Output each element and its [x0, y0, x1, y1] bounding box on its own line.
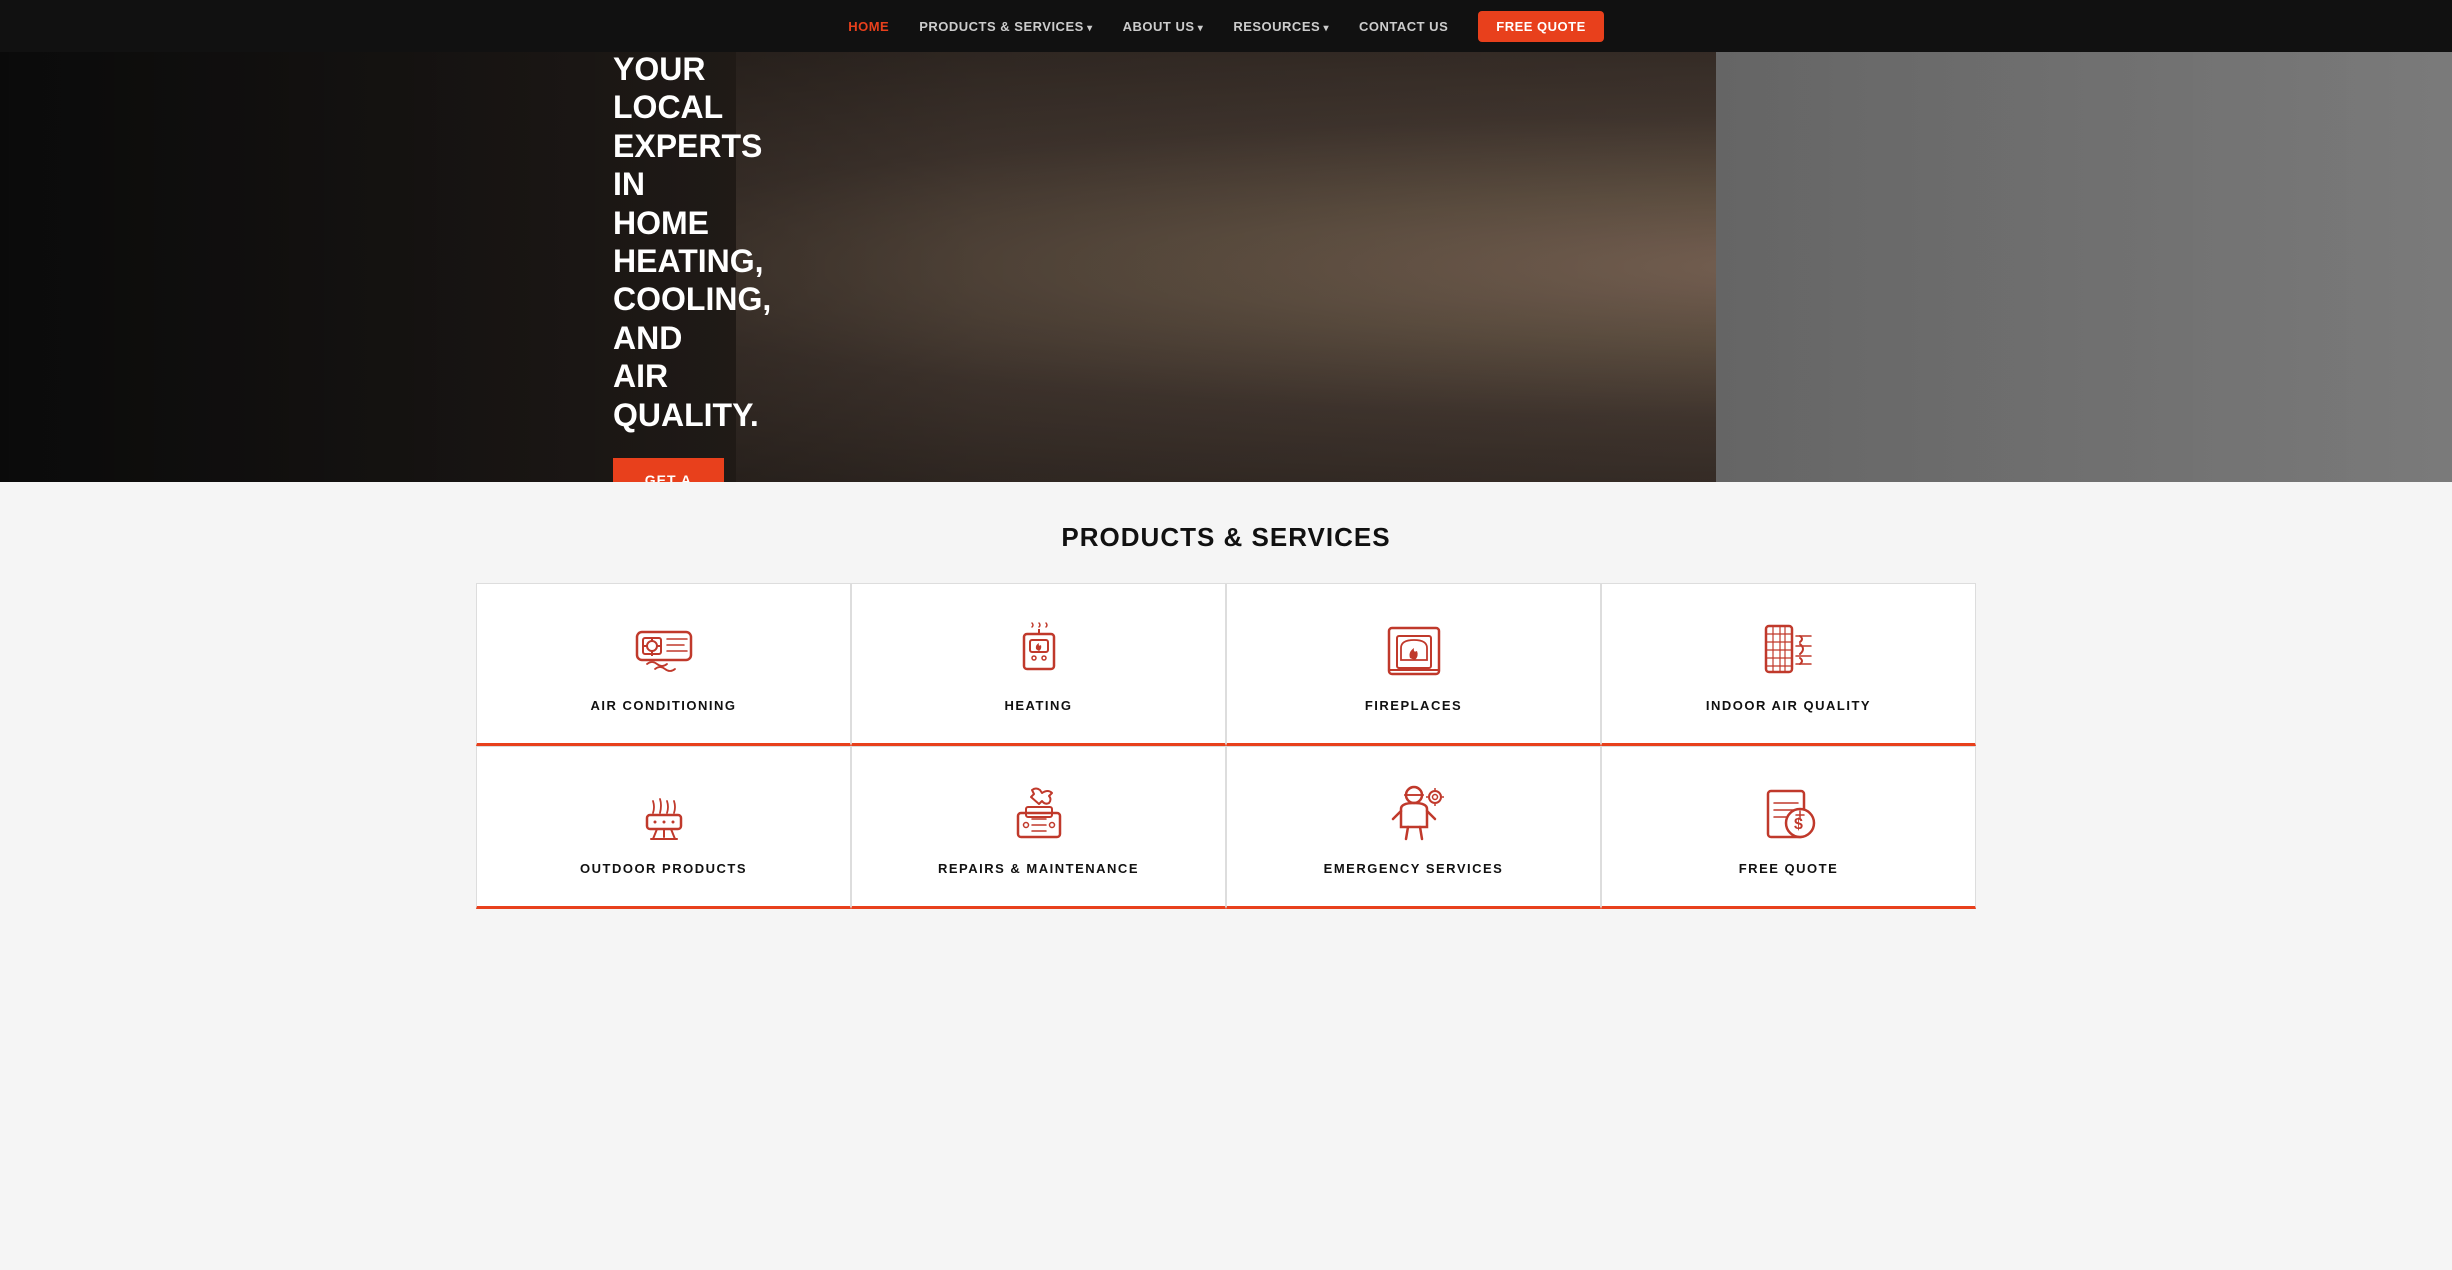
nav-contact-us[interactable]: CONTACT US [1359, 19, 1448, 34]
product-card-ac[interactable]: AIR CONDITIONING [476, 583, 851, 746]
nav-home[interactable]: HOME [848, 19, 889, 34]
product-card-fireplaces[interactable]: FIREPLACES [1226, 583, 1601, 746]
product-card-outdoor[interactable]: OUTDOOR PRODUCTS [476, 746, 851, 909]
product-card-emergency[interactable]: EMERGENCY SERVICES [1226, 746, 1601, 909]
product-card-air-quality[interactable]: INDOOR AIR QUALITY [1601, 583, 1976, 746]
product-label-emergency: EMERGENCY SERVICES [1324, 861, 1504, 876]
product-label-repairs: REPAIRS & MAINTENANCE [938, 861, 1139, 876]
outdoor-icon [629, 777, 699, 847]
products-section-title: PRODUCTS & SERVICES [20, 522, 2432, 553]
products-section: PRODUCTS & SERVICES [0, 482, 2452, 929]
nav-products-services[interactable]: PRODUCTS & SERVICES [919, 19, 1092, 34]
nav-free-quote-button[interactable]: FREE QUOTE [1478, 11, 1604, 42]
svg-text:$: $ [1794, 816, 1803, 833]
fireplace-icon [1379, 614, 1449, 684]
product-card-heating[interactable]: HEATING [851, 583, 1226, 746]
air-quality-icon [1754, 614, 1824, 684]
product-card-free-quote[interactable]: $ FREE QUOTE [1601, 746, 1976, 909]
hero-cta-button[interactable]: GET A FREE QUOTE » [613, 458, 724, 482]
product-card-repairs[interactable]: REPAIRS & MAINTENANCE [851, 746, 1226, 909]
heating-icon [1004, 614, 1074, 684]
hero-section: CAMPEAUHEATING Total Home Comfort YOUR L… [0, 52, 2452, 482]
repairs-icon [1004, 777, 1074, 847]
nav-about-us[interactable]: ABOUT US [1123, 19, 1204, 34]
emergency-icon [1379, 777, 1449, 847]
product-label-free-quote: FREE QUOTE [1739, 861, 1839, 876]
product-label-fireplaces: FIREPLACES [1365, 698, 1462, 713]
main-nav: HOME PRODUCTS & SERVICES ABOUT US RESOUR… [0, 0, 2452, 52]
product-label-ac: AIR CONDITIONING [590, 698, 736, 713]
product-label-outdoor: OUTDOOR PRODUCTS [580, 861, 747, 876]
hero-content: CAMPEAUHEATING Total Home Comfort YOUR L… [0, 52, 700, 482]
hero-title: YOUR LOCAL EXPERTS IN HOME HEATING, COOL… [613, 52, 700, 434]
ac-icon [629, 614, 699, 684]
nav-resources[interactable]: RESOURCES [1233, 19, 1329, 34]
product-label-air-quality: INDOOR AIR QUALITY [1706, 698, 1871, 713]
product-label-heating: HEATING [1004, 698, 1072, 713]
products-grid: AIR CONDITIONING HEATING [476, 583, 1976, 909]
quote-icon: $ [1754, 777, 1824, 847]
